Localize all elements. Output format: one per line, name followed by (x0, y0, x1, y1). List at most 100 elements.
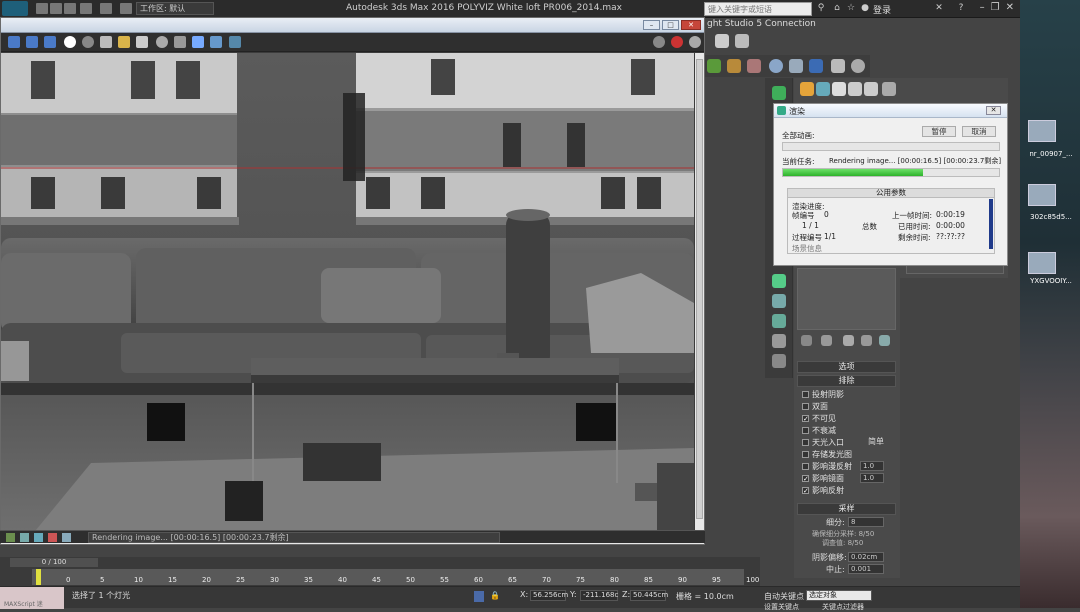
user-icon[interactable]: ● (860, 3, 870, 14)
shadow-bias-spinner[interactable]: 0.02cm (848, 552, 884, 562)
camera-icon[interactable] (715, 34, 729, 48)
maxscript-listener[interactable]: MAXScript 迷 (0, 587, 64, 609)
create-geometry-icon[interactable] (800, 82, 814, 96)
vfb-minimize-button[interactable]: – (643, 20, 660, 30)
help-icon[interactable] (851, 59, 865, 73)
common-params-header[interactable]: 公用参数 (788, 189, 994, 198)
teapot-icon[interactable] (727, 59, 741, 73)
auto-key-label[interactable]: 自动关键点 (764, 591, 804, 602)
desktop-file-label-2[interactable]: 302c85d5... (1022, 213, 1080, 221)
create-shapes-icon[interactable] (816, 82, 830, 96)
desktop-file-label-1[interactable]: nr_00907_... (1022, 150, 1080, 158)
subdiv-spinner[interactable]: 8 (848, 517, 884, 527)
create-systems-icon[interactable] (882, 82, 896, 96)
show-end-result-icon[interactable] (821, 335, 832, 346)
render-setup-icon[interactable] (789, 59, 803, 73)
option-row[interactable]: ✓ 不可见 (802, 413, 836, 424)
remove-modifier-icon[interactable] (861, 335, 872, 346)
save-image-icon[interactable] (100, 36, 112, 48)
workspace-select[interactable]: 工作区: 默认 (136, 2, 214, 15)
plant-icon[interactable] (707, 59, 721, 73)
motion-icon[interactable] (772, 314, 786, 328)
color-correction-icon[interactable] (653, 36, 665, 48)
modify-icon[interactable] (772, 274, 786, 288)
login-link[interactable]: 登录 (873, 3, 891, 16)
time-slider[interactable]: 0 / 100 (10, 558, 98, 567)
open-file-icon[interactable] (50, 3, 62, 14)
rgb-channel-icon[interactable] (8, 36, 20, 48)
status-icon-1[interactable] (6, 533, 15, 542)
help-icon[interactable]: ? (956, 3, 966, 14)
folder-icon[interactable] (118, 36, 130, 48)
display-icon[interactable] (772, 334, 786, 348)
create-helpers-icon[interactable] (864, 82, 878, 96)
create-cameras-icon[interactable] (848, 82, 862, 96)
desktop-file-icon-1[interactable] (1028, 120, 1056, 142)
option-row[interactable]: 存储发光图 (802, 449, 852, 460)
option-checkbox[interactable]: ✓ (802, 415, 809, 423)
stop-render-icon[interactable] (671, 36, 683, 48)
option-row[interactable]: ✓ 影响反射 (802, 485, 844, 496)
configure-modifier-sets-icon[interactable] (879, 335, 890, 346)
light-bulb-icon[interactable] (772, 86, 786, 100)
vertical-scrollbar[interactable] (695, 53, 704, 536)
rendered-image[interactable] (1, 53, 694, 536)
key-filters-label[interactable]: 关键点过滤器 (822, 602, 864, 612)
selection-set-select[interactable]: 选定对象 (806, 590, 872, 601)
create-lights-icon[interactable] (832, 82, 846, 96)
status-icon-3[interactable] (34, 533, 43, 542)
option-checkbox[interactable]: ✓ (802, 475, 809, 483)
cancel-button[interactable]: 取消 (962, 126, 996, 137)
exclude-button[interactable]: 排除 (797, 375, 896, 387)
option-checkbox[interactable] (802, 403, 809, 410)
desktop-file-label-3[interactable]: YXGVOOIY... (1022, 277, 1080, 285)
project-folder-icon[interactable] (120, 3, 132, 14)
render-production-icon[interactable] (831, 59, 845, 73)
clear-icon[interactable] (156, 36, 168, 48)
material-sphere-icon[interactable] (769, 59, 783, 73)
option-row[interactable]: 双面 (802, 401, 828, 412)
minimize-icon[interactable]: – (980, 2, 985, 13)
blue-channel-icon[interactable] (44, 36, 56, 48)
binoculars-icon[interactable]: ⚲ (816, 3, 826, 14)
option-checkbox[interactable] (802, 463, 809, 470)
subscription-icon[interactable]: ⌂ (832, 3, 842, 14)
teapot-render-icon[interactable] (747, 59, 761, 73)
y-coord-field[interactable]: -211.168c (580, 590, 618, 601)
track-mouse-icon[interactable] (174, 36, 186, 48)
desktop-file-icon-3[interactable] (1028, 252, 1056, 274)
utilities-icon[interactable] (772, 354, 786, 368)
params-scrollbar[interactable] (989, 199, 993, 249)
mono-icon[interactable] (82, 36, 94, 48)
app-logo-icon[interactable] (2, 1, 28, 16)
option-checkbox[interactable] (802, 391, 809, 398)
option-checkbox[interactable]: ✓ (802, 487, 809, 495)
pin-stack-icon[interactable] (801, 335, 812, 346)
save-icon[interactable] (64, 3, 76, 14)
vfb-maximize-button[interactable]: □ (662, 20, 679, 30)
desktop-file-icon-2[interactable] (1028, 184, 1056, 206)
history-icon[interactable] (229, 36, 241, 48)
set-key-label[interactable]: 设置关键点 (764, 602, 799, 612)
restore-icon[interactable]: ❐ (991, 2, 1000, 13)
vfb-close-button[interactable]: ✕ (681, 20, 701, 30)
track-bar[interactable]: 0 5 10 15 20 25 30 35 40 45 50 55 60 65 70 75 80 85 90 95 10… (32, 569, 759, 585)
green-channel-icon[interactable] (26, 36, 38, 48)
option-checkbox[interactable] (802, 451, 809, 458)
make-unique-icon[interactable] (843, 335, 854, 346)
option-checkbox[interactable] (802, 439, 809, 446)
alpha-channel-icon[interactable] (64, 36, 76, 48)
new-file-icon[interactable] (36, 3, 48, 14)
render-dialog-close-button[interactable]: ✕ (986, 106, 1001, 115)
search-input[interactable]: 键入关键字或短语 (704, 2, 812, 16)
diffuse-spinner[interactable]: 1.0 (860, 461, 884, 471)
hierarchy-icon[interactable] (772, 294, 786, 308)
option-checkbox[interactable] (802, 427, 809, 434)
lock-selection-icon[interactable] (474, 591, 484, 602)
pause-button[interactable]: 暂停 (922, 126, 956, 137)
lut-icon[interactable] (192, 36, 204, 48)
z-coord-field[interactable]: 50.445cm (630, 590, 668, 601)
status-icon-2[interactable] (20, 533, 29, 542)
star-icon[interactable]: ☆ (846, 3, 856, 14)
x-coord-field[interactable]: 56.256cm (530, 590, 568, 601)
